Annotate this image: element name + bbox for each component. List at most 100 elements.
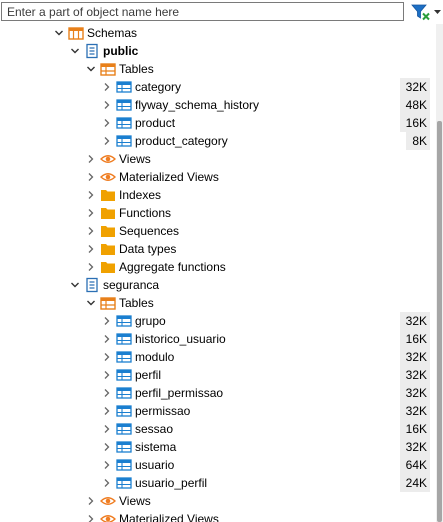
tree-node-seguranca-tables[interactable]: Tables — [0, 294, 436, 312]
chevron-down-icon[interactable] — [86, 60, 96, 78]
tree-node-product[interactable]: product 16K — [0, 114, 436, 132]
tree-node-sessao[interactable]: sessao 16K — [0, 420, 436, 438]
chevron-right-icon[interactable] — [102, 384, 112, 402]
chevron-right-icon[interactable] — [102, 438, 112, 456]
tree-node-public-functions[interactable]: Functions — [0, 204, 436, 222]
tree-node-schemas[interactable]: Schemas — [0, 24, 436, 42]
tree-node-seguranca[interactable]: seguranca — [0, 276, 436, 294]
chevron-down-icon[interactable] — [70, 42, 80, 60]
chevron-right-icon[interactable] — [102, 114, 112, 132]
tree-node-permissao[interactable]: permissao 32K — [0, 402, 436, 420]
tree-node-label: Materialized Views — [119, 170, 219, 184]
tree-node-public-mviews[interactable]: Materialized Views — [0, 168, 436, 186]
table-size-badge: 24K — [399, 474, 430, 492]
folder-icon — [100, 223, 116, 239]
view-icon — [99, 151, 117, 167]
tree-node-category[interactable]: category 32K — [0, 78, 436, 96]
chevron-right-icon[interactable] — [102, 474, 112, 492]
chevron-right-icon[interactable] — [102, 402, 112, 420]
tree-node-perfil[interactable]: perfil 32K — [0, 366, 436, 384]
table-size-badge: 32K — [399, 384, 430, 402]
tree-node-usuario_perfil[interactable]: usuario_perfil 24K — [0, 474, 436, 492]
tree-node-public-tables[interactable]: Tables — [0, 60, 436, 78]
table-size-badge: 16K — [399, 114, 430, 132]
tree-node-historico_usuario[interactable]: historico_usuario 16K — [0, 330, 436, 348]
tree-node-product_category[interactable]: product_category 8K — [0, 132, 436, 150]
table-icon — [116, 331, 132, 347]
chevron-right-icon[interactable] — [86, 510, 96, 522]
tree-node-label: grupo — [135, 314, 166, 328]
tree-node-seguranca-mviews[interactable]: Materialized Views — [0, 510, 436, 522]
chevron-down-icon[interactable] — [86, 294, 96, 312]
chevron-right-icon[interactable] — [102, 78, 112, 96]
tree-node-public-indexes[interactable]: Indexes — [0, 186, 436, 204]
schemas-folder-icon — [68, 25, 84, 41]
tree-node-flyway_schema_history[interactable]: flyway_schema_history 48K — [0, 96, 436, 114]
tree-node-label: product_category — [135, 134, 228, 148]
tree-node-public[interactable]: public — [0, 42, 436, 60]
tree-node-label: public — [103, 44, 139, 58]
chevron-right-icon[interactable] — [102, 420, 112, 438]
filter-dropdown-arrow-icon[interactable] — [433, 4, 442, 20]
tree-node-label: sessao — [135, 422, 174, 436]
tree-node-label: Schemas — [87, 26, 138, 40]
folder-icon — [100, 205, 116, 221]
chevron-right-icon[interactable] — [86, 204, 96, 222]
chevron-right-icon[interactable] — [102, 312, 112, 330]
chevron-right-icon[interactable] — [86, 258, 96, 276]
tree-node-label: Aggregate functions — [119, 260, 226, 274]
tree-node-public-views[interactable]: Views — [0, 150, 436, 168]
tree-node-public-sequences[interactable]: Sequences — [0, 222, 436, 240]
vertical-scrollbar[interactable] — [436, 24, 443, 522]
tree-node-usuario[interactable]: usuario 64K — [0, 456, 436, 474]
table-icon — [116, 367, 132, 383]
tree-node-sistema[interactable]: sistema 32K — [0, 438, 436, 456]
table-size-badge: 8K — [406, 132, 430, 150]
tree-node-label: product — [135, 116, 176, 130]
chevron-right-icon[interactable] — [102, 366, 112, 384]
chevron-right-icon[interactable] — [102, 348, 112, 366]
view-icon — [99, 493, 117, 509]
tree-node-public-aggregates[interactable]: Aggregate functions — [0, 258, 436, 276]
database-navigator-tree: Schemas public Tables category 32K flyway_sch… — [0, 24, 436, 522]
tree-node-label: Indexes — [119, 188, 162, 202]
tree-node-label: Tables — [119, 296, 154, 310]
chevron-down-icon[interactable] — [54, 24, 64, 42]
object-name-filter-input[interactable] — [1, 2, 404, 21]
schema-icon — [84, 277, 100, 293]
chevron-right-icon[interactable] — [102, 132, 112, 150]
chevron-right-icon[interactable] — [86, 186, 96, 204]
table-icon — [116, 133, 132, 149]
tree-node-label: usuario_perfil — [135, 476, 208, 490]
table-icon — [116, 313, 132, 329]
tree-node-label: perfil — [135, 368, 162, 382]
tree-node-label: perfil_permissao — [135, 386, 224, 400]
chevron-right-icon[interactable] — [86, 492, 96, 510]
chevron-right-icon[interactable] — [86, 240, 96, 258]
tree-node-public-datatypes[interactable]: Data types — [0, 240, 436, 258]
table-size-badge: 32K — [399, 402, 430, 420]
tree-node-label: permissao — [135, 404, 191, 418]
filter-bar — [0, 0, 443, 24]
folder-icon — [100, 259, 116, 275]
chevron-right-icon[interactable] — [86, 222, 96, 240]
table-size-badge: 48K — [399, 96, 430, 114]
chevron-right-icon[interactable] — [102, 330, 112, 348]
tree-node-modulo[interactable]: modulo 32K — [0, 348, 436, 366]
tree-node-label: flyway_schema_history — [135, 98, 260, 112]
table-icon — [116, 403, 132, 419]
tree-node-seguranca-views[interactable]: Views — [0, 492, 436, 510]
schema-icon — [84, 43, 100, 59]
view-icon — [99, 511, 117, 522]
tree-node-grupo[interactable]: grupo 32K — [0, 312, 436, 330]
chevron-right-icon[interactable] — [102, 96, 112, 114]
scrollbar-thumb[interactable] — [437, 121, 442, 522]
chevron-right-icon[interactable] — [86, 150, 96, 168]
chevron-down-icon[interactable] — [70, 276, 80, 294]
tree-node-perfil_permissao[interactable]: perfil_permissao 32K — [0, 384, 436, 402]
funnel-icon[interactable] — [411, 3, 431, 21]
tree-node-label: modulo — [135, 350, 175, 364]
table-icon — [116, 385, 132, 401]
chevron-right-icon[interactable] — [102, 456, 112, 474]
chevron-right-icon[interactable] — [86, 168, 96, 186]
